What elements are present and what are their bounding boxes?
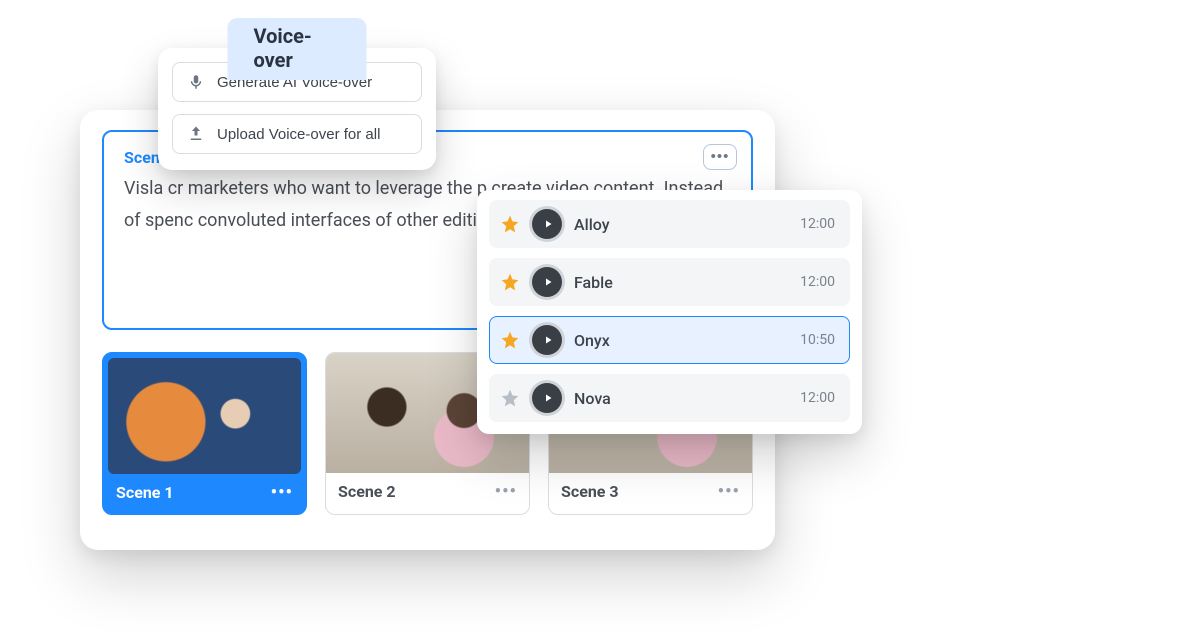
- play-icon: [542, 334, 554, 346]
- voice-row[interactable]: Alloy 12:00: [489, 200, 850, 248]
- scene-menu-button[interactable]: •••: [271, 482, 293, 503]
- voiceover-popover: Voice-over Generate AI Voice-over Upload…: [158, 48, 436, 170]
- upload-icon: [187, 125, 205, 143]
- play-icon: [542, 392, 554, 404]
- scene-label: Scene 1: [116, 483, 174, 502]
- scene-card[interactable]: Scene 1 •••: [102, 352, 307, 515]
- voice-duration: 12:00: [800, 274, 835, 290]
- voice-duration: 12:00: [800, 390, 835, 406]
- star-icon[interactable]: [500, 272, 520, 292]
- microphone-icon: [187, 73, 205, 91]
- play-button[interactable]: [532, 209, 562, 239]
- scene-menu-button[interactable]: •••: [495, 481, 517, 502]
- star-icon[interactable]: [500, 214, 520, 234]
- script-more-button[interactable]: •••: [703, 144, 737, 170]
- voice-list-panel: Alloy 12:00 Fable 12:00 Onyx 10:50 Nova …: [477, 190, 862, 434]
- star-icon[interactable]: [500, 330, 520, 350]
- voice-row[interactable]: Fable 12:00: [489, 258, 850, 306]
- upload-voiceover-label: Upload Voice-over for all: [217, 126, 380, 143]
- voice-row[interactable]: Onyx 10:50: [489, 316, 850, 364]
- scene-footer: Scene 1 •••: [104, 474, 305, 513]
- play-icon: [542, 276, 554, 288]
- scene-footer: Scene 2 •••: [326, 473, 529, 512]
- play-button[interactable]: [532, 325, 562, 355]
- voice-name: Nova: [574, 389, 788, 408]
- play-icon: [542, 218, 554, 230]
- scene-thumbnail: [108, 358, 301, 474]
- scene-footer: Scene 3 •••: [549, 473, 752, 512]
- play-button[interactable]: [532, 383, 562, 413]
- scene-menu-button[interactable]: •••: [718, 481, 740, 502]
- voice-duration: 12:00: [800, 216, 835, 232]
- voice-name: Alloy: [574, 215, 788, 234]
- play-button[interactable]: [532, 267, 562, 297]
- star-icon[interactable]: [500, 388, 520, 408]
- voice-name: Onyx: [574, 331, 788, 350]
- scene-label: Scene 3: [561, 482, 619, 501]
- voiceover-tab: Voice-over: [228, 18, 367, 80]
- voice-row[interactable]: Nova 12:00: [489, 374, 850, 422]
- upload-voiceover-button[interactable]: Upload Voice-over for all: [172, 114, 422, 154]
- scene-label: Scene 2: [338, 482, 396, 501]
- voice-name: Fable: [574, 273, 788, 292]
- voice-duration: 10:50: [800, 332, 835, 348]
